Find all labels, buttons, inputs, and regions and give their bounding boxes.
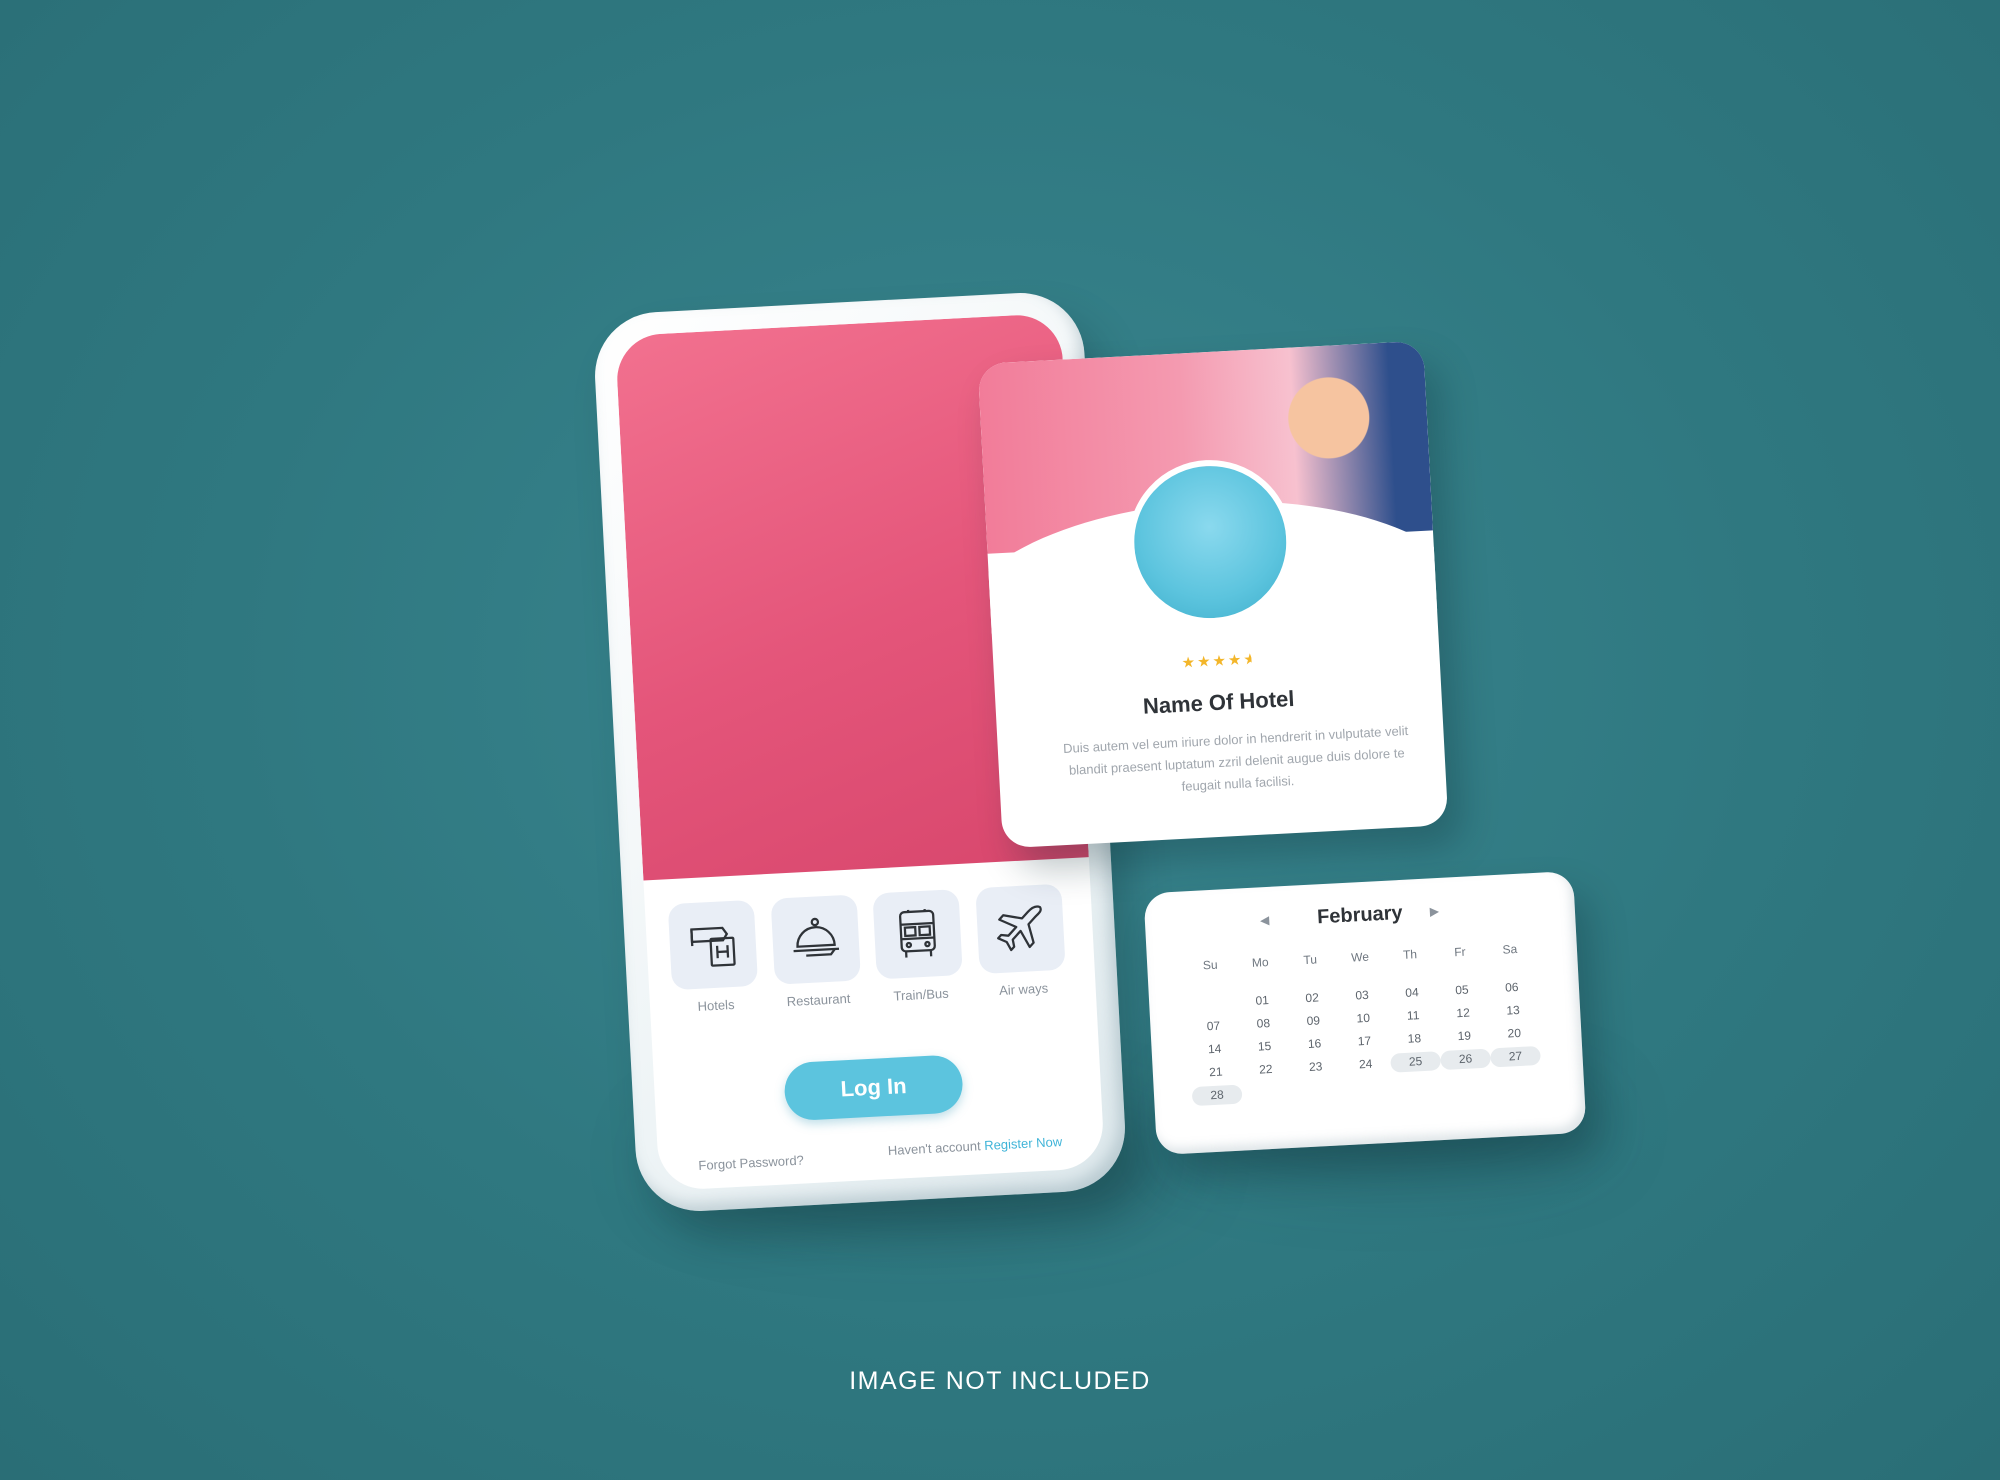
- caption: IMAGE NOT INCLUDED: [849, 1367, 1151, 1395]
- service-restaurant[interactable]: Restaurant: [767, 894, 865, 1014]
- calendar-empty-cell: [1242, 1082, 1293, 1104]
- service-train-bus[interactable]: Train/Bus: [870, 889, 968, 1009]
- calendar-empty-cell: [1491, 1069, 1542, 1091]
- register-now-link[interactable]: Register Now: [984, 1134, 1063, 1153]
- calendar-empty-cell: [1341, 1077, 1392, 1099]
- calendar-day[interactable]: 20: [1489, 1023, 1540, 1045]
- calendar-day[interactable]: 24: [1340, 1054, 1391, 1076]
- weekday-label: Th: [1402, 947, 1418, 962]
- calendar-day[interactable]: 26: [1440, 1048, 1492, 1071]
- service-hotels[interactable]: Hotels: [665, 899, 763, 1020]
- weekday-label: We: [1350, 949, 1370, 965]
- calendar-day[interactable]: 14: [1189, 1039, 1240, 1061]
- half-star-icon: ★: [1242, 650, 1252, 669]
- service-label: Restaurant: [786, 990, 851, 1010]
- calendar-day[interactable]: 10: [1338, 1008, 1389, 1030]
- bus-icon: [872, 889, 964, 980]
- hotel-icon: [667, 899, 759, 991]
- calendar-day[interactable]: 23: [1290, 1056, 1341, 1078]
- calendar-day[interactable]: 27: [1490, 1045, 1541, 1068]
- calendar-day[interactable]: 16: [1289, 1033, 1340, 1055]
- hotel-card: ★★★★★ Name Of Hotel Duis autem vel eum i…: [977, 340, 1449, 849]
- calendar-day[interactable]: 13: [1488, 1000, 1539, 1022]
- calendar-day[interactable]: 04: [1387, 982, 1438, 1004]
- calendar-day[interactable]: 12: [1438, 1003, 1489, 1025]
- restaurant-cloche-icon: [770, 894, 861, 985]
- calendar-day[interactable]: 17: [1339, 1031, 1390, 1053]
- calendar-day[interactable]: 08: [1238, 1013, 1289, 1035]
- calendar-day[interactable]: 03: [1337, 985, 1388, 1007]
- calendar-day[interactable]: 02: [1287, 987, 1338, 1009]
- calendar-day[interactable]: 25: [1390, 1051, 1442, 1073]
- register-prompt-text: Haven't account: [887, 1138, 981, 1159]
- calendar-empty-cell: [1391, 1074, 1442, 1096]
- calendar-day[interactable]: 06: [1486, 977, 1537, 999]
- calendar-day[interactable]: 28: [1191, 1084, 1243, 1107]
- service-label: Hotels: [697, 996, 735, 1014]
- service-label: Train/Bus: [893, 985, 950, 1004]
- calendar-day[interactable]: 07: [1188, 1016, 1239, 1038]
- calendar-widget: ◀ February ▶ Su Mo Tu We Th Fr Sa 01 02 03 04 05 06…: [1143, 870, 1587, 1156]
- rating-stars: ★★★★★: [993, 640, 1439, 681]
- calendar-days: 01 02 03 04 05 06 07 08 09 10 11 12 13 14 15 16 17 18 19 20…: [1187, 977, 1542, 1107]
- calendar-empty-cell: [1441, 1071, 1492, 1093]
- airplane-icon: [975, 883, 1066, 975]
- calendar-day[interactable]: 01: [1237, 990, 1288, 1012]
- weekday-label: Fr: [1453, 944, 1466, 960]
- calendar-day[interactable]: 22: [1240, 1059, 1291, 1081]
- calendar-day[interactable]: 11: [1388, 1005, 1439, 1027]
- next-month-icon[interactable]: ▶: [1429, 904, 1439, 918]
- weekday-label: Su: [1202, 957, 1218, 973]
- calendar-day[interactable]: 05: [1436, 980, 1487, 1002]
- hotel-name: Name Of Hotel: [1142, 685, 1295, 719]
- star-icon: ★: [1212, 652, 1229, 671]
- star-icon: ★: [1196, 653, 1213, 671]
- hotel-description: Duis autem vel eum iriure dolor in hendr…: [1062, 722, 1409, 794]
- calendar-day[interactable]: 09: [1288, 1010, 1339, 1032]
- calendar-day[interactable]: 18: [1389, 1028, 1440, 1050]
- weekday-label: Tu: [1303, 952, 1318, 968]
- calendar-day[interactable]: 21: [1190, 1062, 1241, 1084]
- login-button[interactable]: Log In: [783, 1054, 964, 1122]
- calendar-day[interactable]: 15: [1239, 1036, 1290, 1058]
- service-label: Air ways: [998, 980, 1049, 999]
- weekday-label: Sa: [1502, 941, 1518, 957]
- calendar-empty-cell: [1292, 1079, 1343, 1101]
- service-categories: Hotels Restaurant Train/Bus Air ways: [665, 883, 1070, 1019]
- register-prompt: Haven't account Register Now: [888, 1134, 1063, 1158]
- calendar-month: February: [1316, 901, 1404, 929]
- service-airways[interactable]: Air ways: [972, 883, 1070, 1003]
- forgot-password-link[interactable]: Forgot Password?: [698, 1153, 804, 1174]
- star-icon: ★: [1181, 653, 1198, 672]
- star-icon: ★: [1227, 651, 1244, 670]
- weekday-label: Mo: [1251, 954, 1269, 970]
- weekday-header: Su Mo Tu We Th Fr Sa: [1185, 941, 1535, 973]
- calendar-empty-cell: [1187, 993, 1238, 1015]
- calendar-day[interactable]: 19: [1439, 1026, 1490, 1048]
